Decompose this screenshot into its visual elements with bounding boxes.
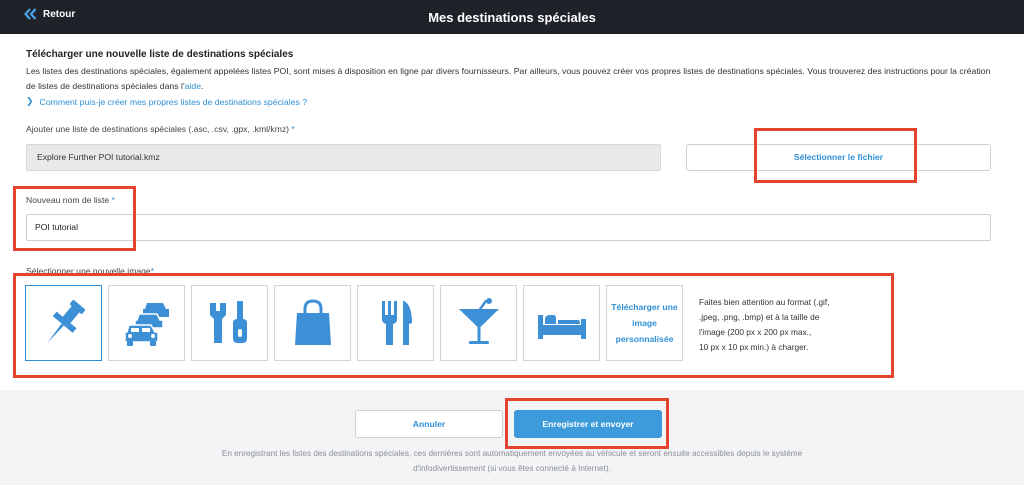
howto-link-label: Comment puis-je créer mes propres listes… [39, 96, 308, 107]
hint-line-1: Faites bien attention au format (.gif, [699, 297, 830, 307]
required-mark: * [150, 266, 155, 276]
footer-note: En enregistrant les listes des destinati… [170, 446, 854, 476]
image-tile-bed[interactable] [523, 285, 600, 361]
image-tile-shopping-bag[interactable] [274, 285, 351, 361]
required-mark: * [291, 124, 295, 134]
select-file-button[interactable]: Sélectionner le fichier [686, 144, 991, 171]
image-tile-pushpin[interactable] [25, 285, 102, 361]
top-bar: Retour Mes destinations spéciales [0, 0, 1024, 34]
footer-note-line-1: En enregistrant les listes des destinati… [221, 449, 803, 458]
image-tile-restaurant[interactable] [357, 285, 434, 361]
tools-icon [209, 301, 247, 343]
cocktail-icon [458, 298, 499, 344]
chevron-right-icon: ❯ [26, 96, 34, 106]
hint-line-3: l'image (200 px x 200 px max., [699, 327, 812, 337]
image-tile-cars[interactable] [108, 285, 185, 361]
image-select-label: Sélectionner une nouvelle image* [26, 266, 154, 276]
upload-label-line-1: Télécharger une [611, 302, 678, 312]
hint-line-4: 10 px x 10 px min.) à charger. [699, 342, 809, 352]
image-tile-cocktail[interactable] [440, 285, 517, 361]
list-name-input[interactable]: POI tutorial [26, 214, 991, 241]
hint-line-2: .jpeg, .png, .bmp) et à la taille de [699, 312, 820, 322]
bed-icon [537, 315, 586, 339]
shopping-bag-icon [294, 299, 331, 345]
file-name-field: Explore Further POI tutorial.kmz [26, 144, 661, 171]
footer-note-line-2: d'infodivertissement (si vous êtes conne… [413, 464, 611, 473]
required-mark: * [111, 195, 115, 205]
image-tiles: Télécharger une image personnalisée [25, 285, 689, 361]
section-heading: Télécharger une nouvelle liste de destin… [26, 49, 294, 60]
upload-label-line-2: image [632, 318, 657, 328]
save-and-send-button[interactable]: Enregistrer et envoyer [514, 410, 662, 438]
cars-icon [123, 303, 169, 346]
cancel-button[interactable]: Annuler [355, 410, 503, 438]
page-title: Mes destinations spéciales [428, 10, 596, 25]
intro-text: Les listes des destinations spéciales, é… [26, 64, 991, 94]
file-label: Ajouter une liste de destinations spécia… [26, 124, 295, 134]
intro-text-part-2: . [201, 81, 204, 91]
image-select-label-text: Sélectionner une nouvelle image [26, 266, 151, 276]
howto-link[interactable]: ❯ Comment puis-je créer mes propres list… [26, 96, 307, 107]
list-name-label: Nouveau nom de liste * [26, 195, 115, 205]
image-format-hint: Faites bien attention au format (.gif, .… [699, 295, 879, 355]
image-tile-tools[interactable] [191, 285, 268, 361]
pushpin-icon [46, 299, 85, 343]
list-name-label-text: Nouveau nom de liste [26, 195, 110, 205]
upload-custom-image-button[interactable]: Télécharger une image personnalisée [606, 285, 683, 361]
upload-label-line-3: personnalisée [615, 334, 674, 344]
file-label-text: Ajouter une liste de destinations spécia… [26, 124, 290, 134]
restaurant-icon [381, 301, 412, 345]
help-link[interactable]: aide [185, 81, 201, 91]
intro-text-part-1: Les listes des destinations spéciales, é… [26, 66, 991, 91]
